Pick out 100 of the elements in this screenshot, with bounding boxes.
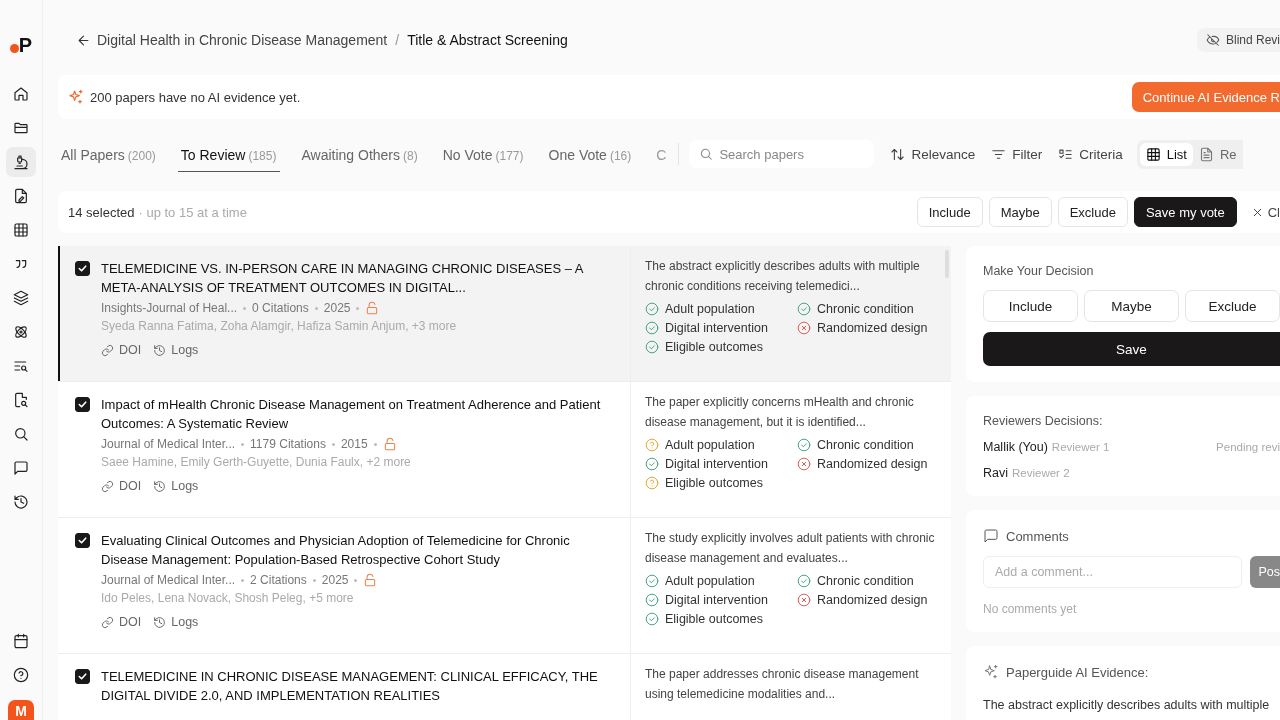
decision-button[interactable]: Include bbox=[983, 290, 1078, 322]
search-icon bbox=[13, 426, 29, 442]
save-button[interactable]: Save bbox=[983, 332, 1280, 366]
separator-dot bbox=[373, 442, 377, 446]
author-list: Ido Peles, Lena Novack, Shosh Peleg, +5 more bbox=[101, 591, 616, 605]
filter-tab[interactable]: No Vote (177) bbox=[439, 136, 528, 172]
chat-icon bbox=[13, 460, 29, 476]
open-lock-icon bbox=[363, 573, 378, 587]
checklist-icon bbox=[1058, 146, 1074, 162]
open-lock-icon bbox=[365, 301, 380, 315]
paper-row[interactable] bbox=[58, 246, 951, 382]
author-list: Saee Hamine, Emily Gerth-Guyette, Dunia Faulx, +2 more bbox=[101, 455, 616, 469]
clear-button[interactable]: Cl bbox=[1242, 197, 1280, 227]
criterion-label: Digital intervention bbox=[665, 321, 768, 335]
check-circle-icon bbox=[797, 438, 811, 452]
filter-tab[interactable]: To Review (185) bbox=[177, 136, 281, 172]
check-icon bbox=[77, 671, 88, 682]
paper-title[interactable]: Evaluating Clinical Outcomes and Physician Adoption of Telemedicine for Chronic Disease Management: Population-Based Retrospective Cohort Study bbox=[101, 531, 616, 569]
checkbox[interactable] bbox=[75, 261, 90, 276]
criterion-label: Eligible outcomes bbox=[665, 476, 763, 490]
separator-dot bbox=[241, 442, 245, 446]
view-tab[interactable]: List bbox=[1139, 142, 1193, 166]
home-icon bbox=[13, 86, 29, 102]
filter-tab[interactable]: All Papers (200) bbox=[58, 136, 160, 172]
paper-title[interactable]: TELEMEDICINE IN CHRONIC DISEASE MANAGEMENT: CLINICAL EFFICACY, THE DIGITAL DIVIDE 2.0, AND IMPLEMENTATION REALITIES bbox=[101, 667, 616, 705]
x-circle-icon bbox=[797, 457, 811, 471]
paper-row[interactable] bbox=[58, 382, 951, 518]
citation-count: 2 Citations bbox=[250, 573, 307, 587]
sort-icon bbox=[890, 146, 906, 162]
history-icon bbox=[153, 479, 167, 493]
history-icon bbox=[153, 615, 167, 629]
separator-dot bbox=[241, 578, 245, 582]
view-tab[interactable]: Re bbox=[1192, 142, 1243, 166]
doi-link[interactable]: DOI bbox=[101, 479, 142, 493]
decision-button[interactable]: Exclude bbox=[1185, 290, 1280, 322]
layers-icon bbox=[13, 290, 29, 306]
sparkles-icon bbox=[983, 664, 999, 680]
section-title: Paperguide AI Evidence: bbox=[1006, 664, 1149, 680]
history-icon bbox=[153, 343, 167, 357]
selected-count: 14 selected bbox=[68, 204, 135, 220]
vote-button[interactable]: Include bbox=[916, 197, 983, 227]
logo-dot bbox=[9, 43, 19, 53]
logs-link[interactable]: Logs bbox=[153, 343, 199, 357]
breadcrumb-separator: / bbox=[395, 32, 400, 48]
sidebar-item[interactable] bbox=[6, 147, 36, 177]
page-title: Title & Abstract Screening bbox=[407, 32, 568, 48]
logo[interactable]: P bbox=[18, 34, 33, 57]
paper-title[interactable]: TELEMEDICINE VS. IN-PERSON CARE IN MANAGING CHRONIC DISEASES – A META-ANALYSIS OF TREATMENT OUTCOMES IN DIGITAL... bbox=[101, 259, 616, 297]
publication-year: 2025 bbox=[321, 573, 349, 587]
history-icon bbox=[13, 494, 29, 510]
publication-year: 2025 bbox=[323, 301, 351, 315]
document-icon bbox=[1198, 146, 1214, 162]
vote-button[interactable]: Exclude bbox=[1057, 197, 1128, 227]
reviewer-role: Reviewer 2 bbox=[1012, 467, 1070, 479]
criteria-button[interactable]: Criteria bbox=[1050, 146, 1131, 162]
comment-icon bbox=[983, 528, 999, 544]
check-circle-icon bbox=[645, 593, 659, 607]
separator-dot bbox=[356, 306, 360, 310]
filter-tab[interactable]: Awaiting Others (8) bbox=[298, 136, 422, 172]
separator-dot bbox=[314, 306, 318, 310]
breadcrumb-link[interactable]: Digital Health in Chronic Disease Management bbox=[97, 32, 388, 48]
publication-year: 2015 bbox=[340, 437, 368, 451]
criterion-label: Chronic condition bbox=[817, 574, 914, 588]
search-field[interactable]: Search papers bbox=[689, 140, 875, 168]
blind-review-button[interactable]: Blind Revi bbox=[1196, 28, 1280, 52]
list-search-icon bbox=[13, 358, 29, 374]
save-vote-button[interactable]: Save my vote bbox=[1133, 197, 1237, 227]
sort-button[interactable]: Relevance bbox=[882, 146, 984, 162]
decision-button[interactable]: Maybe bbox=[1084, 290, 1179, 322]
file-search-icon bbox=[13, 392, 29, 408]
link-icon bbox=[101, 615, 114, 629]
vote-button[interactable]: Maybe bbox=[988, 197, 1052, 227]
logs-link[interactable]: Logs bbox=[153, 615, 199, 629]
separator-dot bbox=[243, 306, 247, 310]
post-button[interactable]: Pos bbox=[1250, 556, 1280, 588]
criterion-label: Eligible outcomes bbox=[665, 612, 763, 626]
check-circle-icon bbox=[645, 340, 659, 354]
check-circle-icon bbox=[645, 457, 659, 471]
checkbox[interactable] bbox=[75, 397, 90, 412]
section-title: Reviewers Decisions: bbox=[983, 414, 1104, 428]
link-icon bbox=[101, 343, 114, 357]
checkbox[interactable] bbox=[75, 669, 90, 684]
paper-row[interactable]: TELEMEDICINE IN CHRONIC DISEASE MANAGEMENT: CLINICAL EFFICACY, THE DIGITAL DIVIDE 2.0, AND IMPLEMENTATION REALITIES The paper addresses chronic disease management using telemedicine modalities and... bbox=[58, 654, 951, 720]
filter-button[interactable]: Filter bbox=[983, 146, 1051, 162]
doi-link[interactable]: DOI bbox=[101, 615, 142, 629]
doi-link[interactable]: DOI bbox=[101, 343, 142, 357]
banner-message: 200 papers have no AI evidence yet. bbox=[90, 89, 301, 105]
check-circle-icon bbox=[645, 574, 659, 588]
file-edit-icon bbox=[13, 188, 29, 204]
logs-link[interactable]: Logs bbox=[153, 479, 199, 493]
filter-tab[interactable]: One Vote (16) bbox=[545, 136, 636, 172]
evidence-summary: The paper explicitly concerns mHealth and chronic disease management, but it is identified... bbox=[645, 394, 915, 431]
selection-limit-note: · up to 15 at a time bbox=[138, 204, 247, 220]
paper-title[interactable]: Impact of mHealth Chronic Disease Management on Treatment Adherence and Patient Outcomes: A Systematic Review bbox=[101, 395, 616, 433]
calendar-icon bbox=[13, 633, 29, 649]
criterion-label: Randomized design bbox=[817, 321, 928, 335]
checkbox[interactable] bbox=[75, 533, 90, 548]
citation-count: 0 Citations bbox=[252, 301, 309, 315]
comment-field[interactable]: Add a comment... bbox=[983, 556, 1243, 588]
paper-row[interactable] bbox=[58, 518, 951, 654]
